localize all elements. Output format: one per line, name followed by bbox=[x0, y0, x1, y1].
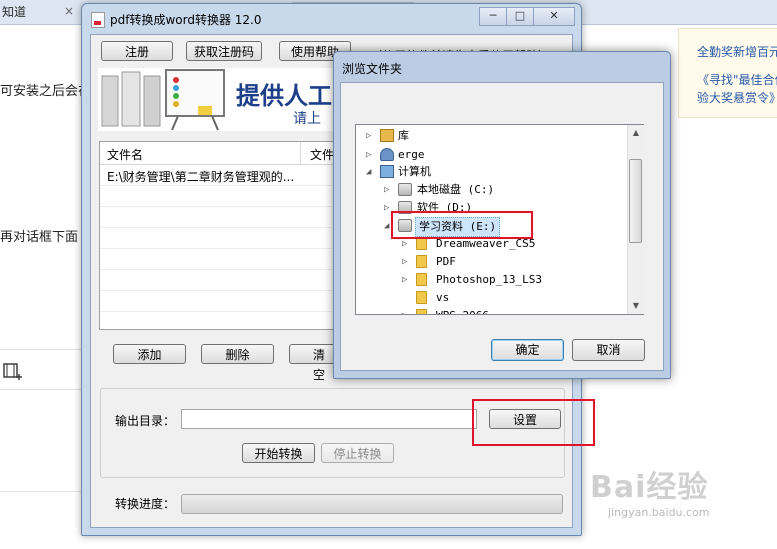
maximize-button[interactable]: □ bbox=[506, 7, 534, 26]
collapse-arrow-icon[interactable]: ◢ bbox=[366, 163, 371, 181]
table-row bbox=[100, 207, 340, 228]
start-convert-button[interactable]: 开始转换 bbox=[242, 443, 315, 463]
file-path-cell: E:\财务管理\第二章财务管理观的... bbox=[107, 170, 295, 184]
scroll-down-icon[interactable]: ▼ bbox=[628, 298, 644, 314]
watermark-url: jingyan.baidu.com bbox=[608, 506, 710, 519]
dialog-title: 浏览文件夹 bbox=[342, 62, 403, 76]
drive-e-highlight-box bbox=[391, 211, 533, 239]
announcement-link-2[interactable]: 《寻找"最佳合作 bbox=[697, 71, 777, 88]
minimize-button[interactable]: ─ bbox=[479, 7, 507, 26]
file-list[interactable]: 文件名 文件 E:\财务管理\第二章财务管理观的... bbox=[99, 141, 341, 330]
delete-button[interactable]: 删除 bbox=[201, 344, 274, 364]
add-button[interactable]: 添加 bbox=[113, 344, 186, 364]
clear-button[interactable]: 清空 bbox=[289, 344, 337, 382]
banner-subtext: 请上 bbox=[293, 111, 321, 127]
tree-item-label: 本地磁盘 (C:) bbox=[417, 183, 495, 196]
get-code-button[interactable]: 获取注册码 bbox=[186, 41, 262, 61]
ok-button[interactable]: 确定 bbox=[491, 339, 564, 361]
table-row bbox=[100, 228, 340, 249]
video-insert-icon[interactable] bbox=[3, 362, 23, 380]
table-row bbox=[100, 249, 340, 270]
settings-highlight-box bbox=[472, 399, 595, 446]
banner-headline: 提供人工 bbox=[236, 81, 332, 110]
column-header-2[interactable]: 文件 bbox=[310, 146, 334, 163]
computer-icon bbox=[380, 165, 394, 178]
article-text-2: 再对话框下面 bbox=[0, 230, 79, 245]
ad-banner: 提供人工 请上 bbox=[98, 68, 338, 131]
table-row bbox=[100, 270, 340, 291]
output-dir-label: 输出目录： bbox=[115, 414, 176, 428]
tree-item-label: erge bbox=[398, 148, 425, 161]
close-button[interactable]: ✕ bbox=[533, 7, 575, 26]
table-row bbox=[100, 291, 340, 312]
column-separator[interactable] bbox=[300, 142, 301, 164]
expand-arrow-icon[interactable]: ▷ bbox=[384, 181, 389, 199]
tree-item-label: 计算机 bbox=[398, 165, 431, 178]
column-header-filename[interactable]: 文件名 bbox=[107, 146, 143, 163]
folder-icon bbox=[416, 255, 427, 268]
folder-icon bbox=[416, 291, 427, 304]
table-row[interactable]: E:\财务管理\第二章财务管理观的... bbox=[100, 165, 340, 186]
tree-item-label: 库 bbox=[398, 129, 409, 142]
folder-icon bbox=[416, 309, 427, 314]
window-title: pdf转换成word转换器 12.0 bbox=[110, 13, 262, 27]
expand-arrow-icon[interactable]: ▷ bbox=[402, 271, 407, 289]
folder-icon bbox=[416, 273, 427, 286]
cancel-button[interactable]: 取消 bbox=[572, 339, 645, 361]
browser-tab-title[interactable]: 知道 bbox=[2, 0, 26, 24]
watermark-logo: Bai经验 bbox=[590, 470, 709, 505]
announcement-link-1[interactable]: 全勤奖新增百元 bbox=[697, 43, 777, 60]
library-icon bbox=[380, 129, 394, 142]
register-button[interactable]: 注册 bbox=[101, 41, 173, 61]
expand-arrow-icon[interactable]: ▷ bbox=[384, 199, 389, 217]
tree-scrollbar[interactable]: ▲ ▼ bbox=[627, 125, 644, 314]
expand-arrow-icon[interactable]: ▷ bbox=[366, 146, 371, 164]
file-list-header: 文件名 文件 bbox=[100, 142, 340, 165]
drive-icon bbox=[398, 183, 412, 196]
tree-item-label: vs bbox=[436, 291, 450, 304]
pdf-app-icon bbox=[91, 12, 105, 28]
divider bbox=[0, 389, 81, 390]
expand-arrow-icon[interactable]: ▷ bbox=[402, 253, 407, 271]
tree-item-label: Photoshop_13_LS3 bbox=[436, 273, 542, 286]
output-dir-input[interactable] bbox=[181, 409, 477, 429]
side-announcement: 全勤奖新增百元 《寻找"最佳合作 验大奖悬赏令》 bbox=[678, 28, 777, 118]
collapse-arrow-icon[interactable]: ◢ bbox=[384, 217, 389, 235]
progress-bar bbox=[181, 494, 563, 514]
window-controls: ─ □ ✕ bbox=[479, 7, 575, 26]
table-row bbox=[100, 186, 340, 207]
progress-label: 转换进度： bbox=[115, 497, 176, 511]
expand-arrow-icon[interactable]: ▷ bbox=[366, 127, 371, 145]
scroll-up-icon[interactable]: ▲ bbox=[628, 125, 644, 141]
scroll-thumb[interactable] bbox=[629, 159, 642, 243]
baidu-jingyan-watermark: Bai经验 jingyan.baidu.com bbox=[590, 462, 710, 519]
user-folder-icon bbox=[380, 148, 394, 161]
tree-item-label: PDF bbox=[436, 255, 456, 268]
close-tab-icon[interactable]: × bbox=[64, 4, 74, 18]
divider bbox=[0, 491, 81, 492]
divider bbox=[0, 349, 81, 350]
announcement-link-3[interactable]: 验大奖悬赏令》 bbox=[697, 89, 777, 106]
expand-arrow-icon[interactable]: ▷ bbox=[402, 307, 407, 314]
stop-convert-button[interactable]: 停止转换 bbox=[321, 443, 394, 463]
tree-item-label: WPS 2066 bbox=[436, 307, 489, 314]
article-text-1: 可安装之后会在 bbox=[0, 84, 92, 99]
whiteboard-illustration bbox=[101, 69, 225, 131]
